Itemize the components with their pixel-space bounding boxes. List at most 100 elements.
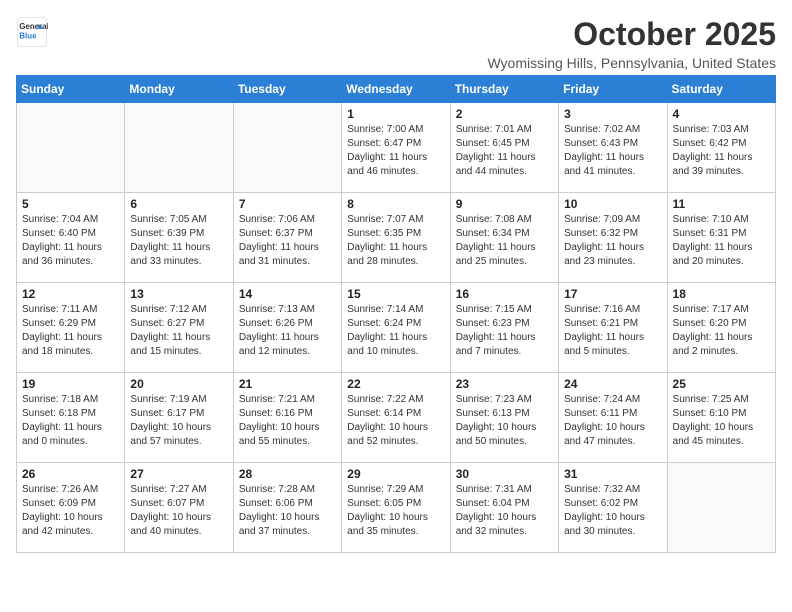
day-info: Sunrise: 7:00 AM Sunset: 6:47 PM Dayligh…: [347, 123, 444, 179]
weekday-header-saturday: Saturday: [667, 76, 775, 103]
day-cell: 21Sunrise: 7:21 AM Sunset: 6:16 PM Dayli…: [233, 373, 341, 463]
day-cell: 31 Sunrise: 7:32 AM Sunset: 6:02 PM Dayli…: [559, 463, 667, 553]
day-info: Sunrise: 7:22 AM Sunset: 6:14 PM Dayligh…: [347, 393, 444, 449]
calendar-table: SundayMondayTuesdayWednesdayThursdayFrid…: [16, 75, 776, 553]
calendar-subtitle: Wyomissing Hills, Pennsylvania, United S…: [487, 55, 776, 71]
day-number: 3: [564, 107, 661, 121]
day-number: 25: [673, 377, 770, 391]
day-cell: 10 Sunrise: 7:09 AM Sunset: 6:32 PM Dayli…: [559, 193, 667, 283]
day-cell: 18 Sunrise: 7:17 AM Sunset: 6:20 PM Dayli…: [667, 283, 775, 373]
day-number: 20: [130, 377, 227, 391]
day-cell: 4 Sunrise: 7:03 AM Sunset: 6:42 PM Daylig…: [667, 103, 775, 193]
day-number: 5: [22, 197, 119, 211]
day-cell: 2 Sunrise: 7:01 AM Sunset: 6:45 PM Daylig…: [450, 103, 558, 193]
week-row-2: 5 Sunrise: 7:04 AM Sunset: 6:40 PM Daylig…: [17, 193, 776, 283]
day-number: 31: [564, 467, 661, 481]
day-info: Sunrise: 7:16 AM Sunset: 6:21 PM Dayligh…: [564, 303, 661, 359]
day-info: Sunrise: 7:01 AM Sunset: 6:45 PM Dayligh…: [456, 123, 553, 179]
day-cell: 3Sunrise: 7:02 AM Sunset: 6:43 PM Daylig…: [559, 103, 667, 193]
day-info: Sunrise: 7:31 AM Sunset: 6:04 PM Dayligh…: [456, 483, 553, 539]
day-info: Sunrise: 7:05 AM Sunset: 6:39 PM Dayligh…: [130, 213, 227, 269]
day-number: 29: [347, 467, 444, 481]
day-number: 6: [130, 197, 227, 211]
day-number: 23: [456, 377, 553, 391]
day-cell: 27 Sunrise: 7:27 AM Sunset: 6:07 PM Dayli…: [125, 463, 233, 553]
day-number: 21: [239, 377, 336, 391]
week-row-1: 1 Sunrise: 7:00 AM Sunset: 6:47 PM Daylig…: [17, 103, 776, 193]
day-info: Sunrise: 7:08 AM Sunset: 6:34 PM Dayligh…: [456, 213, 553, 269]
weekday-header-row: SundayMondayTuesdayWednesdayThursdayFrid…: [17, 76, 776, 103]
day-number: 27: [130, 467, 227, 481]
day-info: Sunrise: 7:25 AM Sunset: 6:10 PM Dayligh…: [673, 393, 770, 449]
day-number: 10: [564, 197, 661, 211]
day-number: 30: [456, 467, 553, 481]
day-cell: 24Sunrise: 7:24 AM Sunset: 6:11 PM Dayli…: [559, 373, 667, 463]
day-info: Sunrise: 7:17 AM Sunset: 6:20 PM Dayligh…: [673, 303, 770, 359]
day-cell: 9 Sunrise: 7:08 AM Sunset: 6:34 PM Daylig…: [450, 193, 558, 283]
day-number: 11: [673, 197, 770, 211]
day-info: Sunrise: 7:28 AM Sunset: 6:06 PM Dayligh…: [239, 483, 336, 539]
day-cell: [125, 103, 233, 193]
day-cell: 13 Sunrise: 7:12 AM Sunset: 6:27 PM Dayli…: [125, 283, 233, 373]
weekday-header-sunday: Sunday: [17, 76, 125, 103]
weekday-header-thursday: Thursday: [450, 76, 558, 103]
day-number: 12: [22, 287, 119, 301]
week-row-4: 19Sunrise: 7:18 AM Sunset: 6:18 PM Dayli…: [17, 373, 776, 463]
day-number: 8: [347, 197, 444, 211]
calendar-title: October 2025: [487, 16, 776, 53]
day-info: Sunrise: 7:32 AM Sunset: 6:02 PM Dayligh…: [564, 483, 661, 539]
day-number: 13: [130, 287, 227, 301]
day-info: Sunrise: 7:13 AM Sunset: 6:26 PM Dayligh…: [239, 303, 336, 359]
day-cell: 6 Sunrise: 7:05 AM Sunset: 6:39 PM Daylig…: [125, 193, 233, 283]
day-number: 1: [347, 107, 444, 121]
svg-text:Blue: Blue: [19, 31, 37, 40]
day-info: Sunrise: 7:15 AM Sunset: 6:23 PM Dayligh…: [456, 303, 553, 359]
day-number: 7: [239, 197, 336, 211]
day-cell: 8Sunrise: 7:07 AM Sunset: 6:35 PM Daylig…: [342, 193, 450, 283]
day-cell: 11Sunrise: 7:10 AM Sunset: 6:31 PM Dayli…: [667, 193, 775, 283]
day-info: Sunrise: 7:11 AM Sunset: 6:29 PM Dayligh…: [22, 303, 119, 359]
day-cell: [17, 103, 125, 193]
day-number: 18: [673, 287, 770, 301]
day-number: 4: [673, 107, 770, 121]
day-info: Sunrise: 7:09 AM Sunset: 6:32 PM Dayligh…: [564, 213, 661, 269]
day-info: Sunrise: 7:29 AM Sunset: 6:05 PM Dayligh…: [347, 483, 444, 539]
week-row-5: 26Sunrise: 7:26 AM Sunset: 6:09 PM Dayli…: [17, 463, 776, 553]
weekday-header-wednesday: Wednesday: [342, 76, 450, 103]
day-info: Sunrise: 7:24 AM Sunset: 6:11 PM Dayligh…: [564, 393, 661, 449]
day-cell: 14Sunrise: 7:13 AM Sunset: 6:26 PM Dayli…: [233, 283, 341, 373]
day-cell: 26Sunrise: 7:26 AM Sunset: 6:09 PM Dayli…: [17, 463, 125, 553]
title-area: October 2025 Wyomissing Hills, Pennsylva…: [487, 16, 776, 71]
day-cell: 28 Sunrise: 7:28 AM Sunset: 6:06 PM Dayli…: [233, 463, 341, 553]
day-info: Sunrise: 7:12 AM Sunset: 6:27 PM Dayligh…: [130, 303, 227, 359]
day-info: Sunrise: 7:27 AM Sunset: 6:07 PM Dayligh…: [130, 483, 227, 539]
day-cell: [233, 103, 341, 193]
logo-icon: General Blue: [16, 16, 48, 48]
day-number: 9: [456, 197, 553, 211]
day-cell: 19Sunrise: 7:18 AM Sunset: 6:18 PM Dayli…: [17, 373, 125, 463]
day-cell: 7Sunrise: 7:06 AM Sunset: 6:37 PM Daylig…: [233, 193, 341, 283]
day-cell: [667, 463, 775, 553]
day-number: 17: [564, 287, 661, 301]
day-cell: 25 Sunrise: 7:25 AM Sunset: 6:10 PM Dayli…: [667, 373, 775, 463]
day-info: Sunrise: 7:03 AM Sunset: 6:42 PM Dayligh…: [673, 123, 770, 179]
day-cell: 5 Sunrise: 7:04 AM Sunset: 6:40 PM Daylig…: [17, 193, 125, 283]
day-cell: 29 Sunrise: 7:29 AM Sunset: 6:05 PM Dayli…: [342, 463, 450, 553]
day-cell: 30 Sunrise: 7:31 AM Sunset: 6:04 PM Dayli…: [450, 463, 558, 553]
day-info: Sunrise: 7:04 AM Sunset: 6:40 PM Dayligh…: [22, 213, 119, 269]
logo: General Blue: [16, 16, 48, 48]
day-number: 16: [456, 287, 553, 301]
day-info: Sunrise: 7:23 AM Sunset: 6:13 PM Dayligh…: [456, 393, 553, 449]
day-number: 19: [22, 377, 119, 391]
week-row-3: 12 Sunrise: 7:11 AM Sunset: 6:29 PM Dayli…: [17, 283, 776, 373]
day-number: 22: [347, 377, 444, 391]
day-cell: 16 Sunrise: 7:15 AM Sunset: 6:23 PM Dayli…: [450, 283, 558, 373]
weekday-header-tuesday: Tuesday: [233, 76, 341, 103]
day-number: 26: [22, 467, 119, 481]
day-cell: 22 Sunrise: 7:22 AM Sunset: 6:14 PM Dayli…: [342, 373, 450, 463]
day-cell: 12 Sunrise: 7:11 AM Sunset: 6:29 PM Dayli…: [17, 283, 125, 373]
day-info: Sunrise: 7:19 AM Sunset: 6:17 PM Dayligh…: [130, 393, 227, 449]
day-number: 28: [239, 467, 336, 481]
day-number: 2: [456, 107, 553, 121]
day-cell: 20 Sunrise: 7:19 AM Sunset: 6:17 PM Dayli…: [125, 373, 233, 463]
